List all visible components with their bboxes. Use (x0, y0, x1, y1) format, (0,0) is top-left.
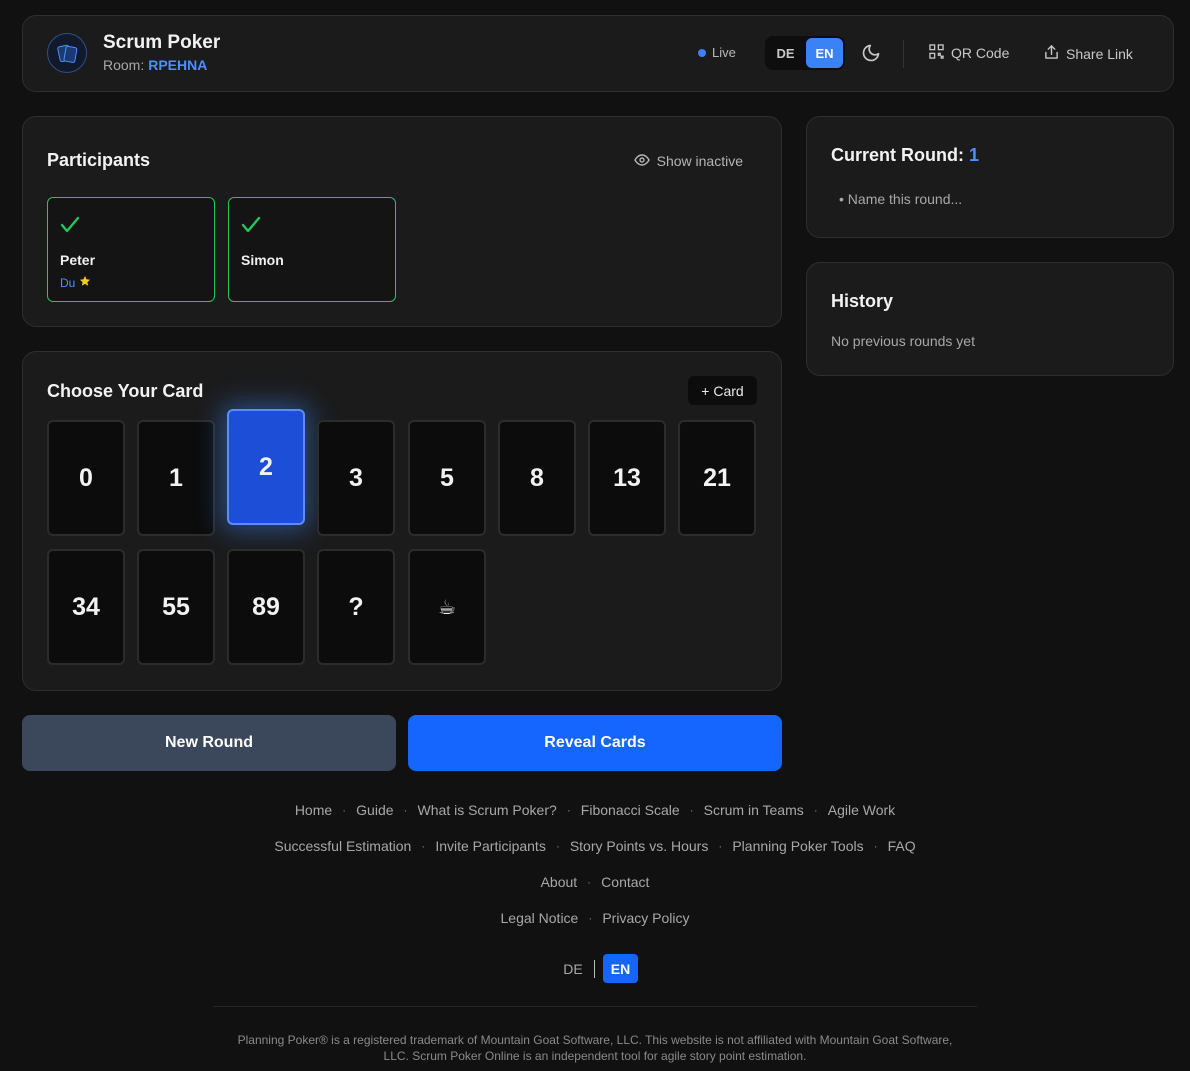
vote-card[interactable]: 89 (227, 549, 305, 665)
app-title: Scrum Poker (103, 32, 221, 53)
vote-card[interactable]: 1 (137, 420, 215, 536)
round-number: 1 (969, 145, 980, 165)
footer-separator: · (421, 839, 426, 853)
footer-separator: · (566, 803, 571, 817)
footer-link[interactable]: Home (295, 802, 332, 818)
show-inactive-label: Show inactive (656, 153, 743, 169)
current-round-label: Current Round: (831, 145, 964, 165)
footer-lang-en[interactable]: EN (603, 954, 638, 983)
qr-code-label: QR Code (951, 45, 1010, 61)
round-name-input[interactable]: • Name this round... (839, 191, 962, 207)
footer-separator: · (588, 911, 593, 925)
footer-language-switch: DE EN (560, 954, 638, 983)
cards-logo-icon (47, 33, 87, 73)
footer-link-row: Home · Guide · What is Scrum Poker? · Fibonacc… (0, 802, 1190, 818)
room-info: Room: RPEHNA (103, 57, 207, 73)
moon-icon[interactable] (861, 43, 881, 68)
participant-card: Peter Du (47, 197, 215, 302)
footer-link[interactable]: Contact (601, 874, 649, 890)
vote-card[interactable]: 0 (47, 420, 125, 536)
footer-link[interactable]: Story Points vs. Hours (570, 838, 709, 854)
footer-link[interactable]: Agile Work (828, 802, 895, 818)
reveal-cards-button[interactable]: Reveal Cards (408, 715, 782, 771)
qr-code-icon (929, 44, 944, 62)
new-round-button[interactable]: New Round (22, 715, 396, 771)
history-panel: History No previous rounds yet (806, 262, 1174, 376)
qr-code-button[interactable]: QR Code (929, 44, 1009, 62)
footer-separator: · (587, 875, 592, 889)
footer-divider (213, 1006, 977, 1007)
footer-link[interactable]: Successful Estimation (274, 838, 411, 854)
participant-card: Simon (228, 197, 396, 302)
vote-card[interactable]: ☕ (408, 549, 486, 665)
eye-icon (633, 153, 650, 169)
footer-separator: · (689, 803, 694, 817)
participants-title: Participants (47, 150, 151, 170)
checkmark-icon (60, 216, 80, 239)
vote-card[interactable]: 34 (47, 549, 125, 665)
show-inactive-button[interactable]: Show inactive (633, 153, 743, 169)
live-status: Live (698, 45, 736, 60)
footer-link[interactable]: Fibonacci Scale (581, 802, 680, 818)
current-round-panel: Current Round: 1 • Name this round... (806, 116, 1174, 238)
lang-de-button[interactable]: DE (767, 38, 804, 68)
vote-card[interactable]: 3 (317, 420, 395, 536)
current-round-title: Current Round: 1 (831, 145, 979, 166)
footer-link-row: About · Contact (0, 874, 1190, 890)
you-label: Du (60, 275, 76, 290)
footer-lang-divider (594, 959, 595, 978)
vote-card[interactable]: 8 (498, 420, 576, 536)
history-empty-text: No previous rounds yet (831, 333, 975, 349)
live-dot-icon (698, 48, 706, 57)
footer-link[interactable]: FAQ (888, 838, 916, 854)
footer-link[interactable]: Planning Poker Tools (732, 838, 863, 854)
history-title: History (831, 291, 894, 311)
you-badge: Du (60, 275, 91, 290)
footer-separator: · (873, 839, 878, 853)
footer-link[interactable]: Invite Participants (435, 838, 546, 854)
star-icon (79, 275, 91, 290)
participant-name: Simon (241, 252, 284, 268)
participant-name: Peter (60, 252, 96, 268)
footer-link[interactable]: Privacy Policy (602, 910, 689, 926)
footer-separator: · (813, 803, 818, 817)
share-icon (1044, 44, 1059, 63)
footer-separator: · (342, 803, 347, 817)
footer-separator: · (718, 839, 723, 853)
vote-card[interactable]: ? (317, 549, 395, 665)
choose-card-title: Choose Your Card (47, 381, 204, 401)
vote-card[interactable]: 2 (227, 409, 305, 525)
language-toggle: DE EN (765, 36, 845, 70)
live-label: Live (712, 45, 736, 60)
vote-card[interactable]: 5 (408, 420, 486, 536)
choose-card-panel: Choose Your Card + Card 0 1 2 3 5 8 13 21 34 55 89… (22, 351, 782, 691)
share-link-button[interactable]: Share Link (1044, 44, 1133, 63)
vote-card[interactable]: 13 (588, 420, 666, 536)
room-code: RPEHNA (148, 57, 208, 73)
footer-link[interactable]: Scrum in Teams (704, 802, 804, 818)
footer-separator: · (555, 839, 560, 853)
footer-link[interactable]: Guide (356, 802, 393, 818)
footer-link[interactable]: About (541, 874, 578, 890)
add-card-button[interactable]: + Card (688, 376, 757, 405)
header-divider (903, 40, 904, 68)
room-label: Room: (103, 57, 145, 73)
footer-link[interactable]: What is Scrum Poker? (418, 802, 557, 818)
footer-link-row: Successful Estimation · Invite Participant… (0, 838, 1190, 854)
checkmark-icon (241, 216, 261, 239)
footer-link-row: Legal Notice · Privacy Policy (0, 910, 1190, 926)
vote-card[interactable]: 21 (678, 420, 756, 536)
app-header: Scrum Poker Room: RPEHNA Live DE EN QR Co… (22, 15, 1174, 92)
footer-lang-de[interactable]: DE (560, 961, 586, 977)
footer-separator: · (403, 803, 408, 817)
footer-link[interactable]: Legal Notice (501, 910, 579, 926)
lang-en-button[interactable]: EN (806, 38, 843, 68)
vote-card[interactable]: 55 (137, 549, 215, 665)
participants-panel: Participants Show inactive Peter Du Simo… (22, 116, 782, 327)
footer-disclaimer: Planning Poker® is a registered trademar… (237, 1033, 953, 1063)
share-link-label: Share Link (1066, 45, 1133, 62)
